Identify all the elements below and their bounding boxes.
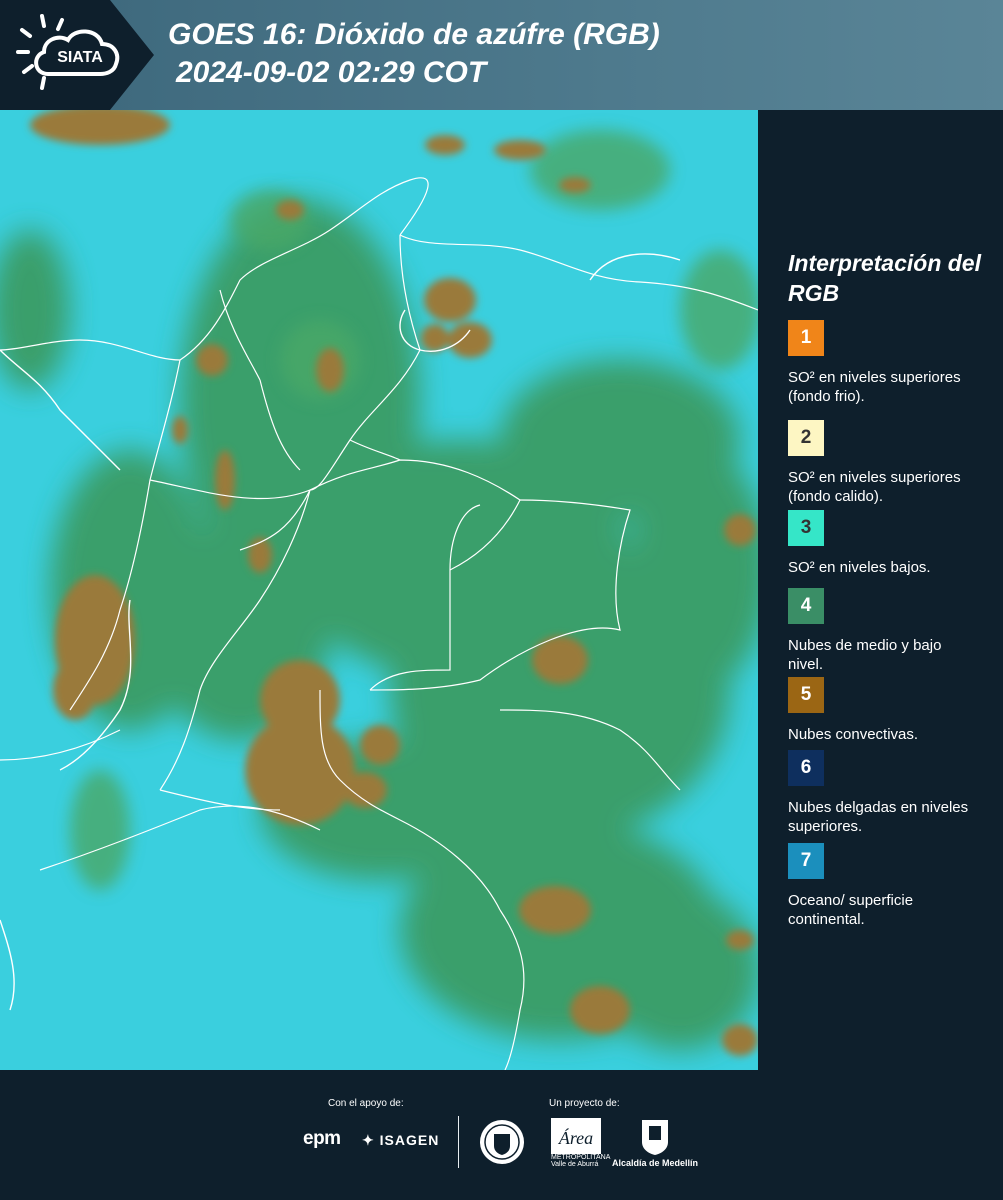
alcaldia-label: Alcaldía de Medellín [612,1158,699,1168]
legend-item: 4 Nubes de medio y bajo nivel. [788,588,988,674]
legend-swatch: 3 [788,510,824,546]
area-logo-text: Área [558,1127,593,1148]
header: SIATA GOES 16: Dióxido de azúfre (RGB) 2… [0,0,1003,110]
epm-logo: epm [303,1128,341,1149]
legend-item: 1 SO² en niveles superiores (fondo frio). [788,320,988,406]
logo-text: SIATA [57,49,103,66]
isagen-logo: ✦ ISAGEN [362,1132,440,1148]
legend-item: 6 Nubes delgadas en niveles superiores. [788,750,988,836]
legend-label: SO² en niveles superiores (fondo frio). [788,369,961,405]
legend-label: Nubes convectivas. [788,726,919,743]
project-label: Un proyecto de: [549,1098,620,1109]
legend-label: Nubes de medio y bajo nivel. [788,637,942,673]
legend-title: Interpretación del RGB [788,250,981,306]
title-line-2: 2024-09-02 02:29 COT [176,56,487,89]
legend-item: 2 SO² en niveles superiores (fondo calido… [788,420,988,506]
footer-divider [458,1116,459,1168]
rgb-satellite-image [0,110,758,1070]
legend-label: SO² en niveles superiores (fondo calido)… [788,469,961,505]
area-subtitle: METROPOLITANA Valle de Aburrá [551,1154,610,1168]
satellite-map [0,110,758,1070]
university-seal-icon [480,1120,524,1164]
isagen-text: ISAGEN [379,1132,440,1148]
legend-panel: Interpretación del RGB 1 SO² en niveles s… [758,110,1003,1070]
title-line-1: GOES 16: Dióxido de azúfre (RGB) [168,18,660,51]
legend-swatch: 7 [788,843,824,879]
support-label: Con el apoyo de: [328,1098,404,1109]
legend-label: Nubes delgadas en niveles superiores. [788,799,969,835]
legend-item: 3 SO² en niveles bajos. [788,510,988,577]
siata-logo: SIATA [16,14,120,90]
legend-swatch: 5 [788,677,824,713]
page-title: GOES 16: Dióxido de azúfre (RGB) 2024-09… [168,16,660,92]
legend-swatch: 2 [788,420,824,456]
legend-label: Oceano/ superficie continental. [788,892,914,928]
legend-swatch: 1 [788,320,824,356]
alcaldia-shield-icon [642,1120,668,1155]
legend-swatch: 6 [788,750,824,786]
legend-swatch: 4 [788,588,824,624]
legend-item: 5 Nubes convectivas. [788,677,988,744]
footer: Con el apoyo de: Un proyecto de: epm ✦ I… [0,1070,1003,1200]
legend-label: SO² en niveles bajos. [788,559,931,576]
legend-item: 7 Oceano/ superficie continental. [788,843,988,929]
